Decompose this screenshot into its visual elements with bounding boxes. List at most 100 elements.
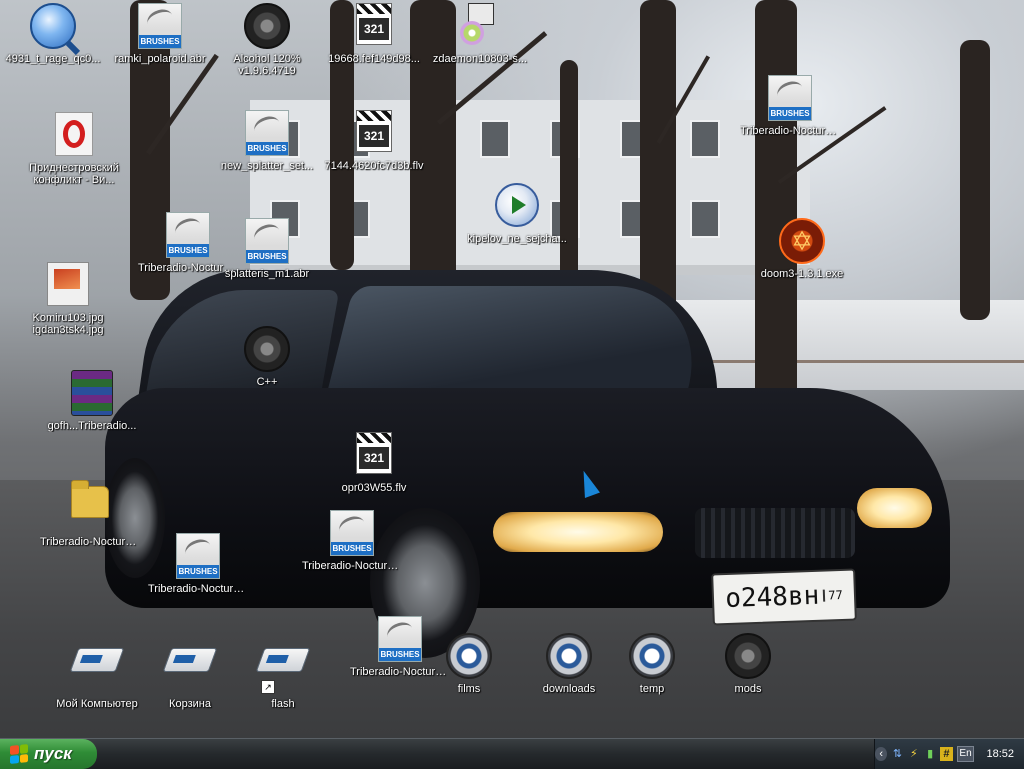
system-tray: ‹ ⇅ ⚡ ▮ # En 18:52 xyxy=(874,739,1024,769)
plate-number: о248вн xyxy=(724,580,820,615)
desktop-icon-films[interactable]: films xyxy=(419,633,519,695)
icon-label: Komiru103.jpg igdan3tsk4.jpg xyxy=(32,312,104,336)
media-player-icon xyxy=(493,183,541,231)
icon-label: Мой Компьютер xyxy=(56,698,138,710)
tree-trunk xyxy=(560,60,578,280)
opera-icon xyxy=(50,112,98,160)
icon-label: Triberadio-Nocturn... xyxy=(740,125,840,137)
start-label: пуск xyxy=(34,744,72,763)
license-plate: о248вн 77 xyxy=(711,568,857,626)
network-icon[interactable]: ⇅ xyxy=(891,747,903,761)
my-computer-icon xyxy=(69,648,125,696)
icon-label: 7144.4620fc7d3b.flv xyxy=(324,160,424,172)
car-grille xyxy=(695,508,855,558)
icon-label: kipelov_ne_sejcha... xyxy=(467,233,567,245)
icon-label: Triberadio-Nocturn... xyxy=(302,560,402,572)
building-window xyxy=(690,200,720,238)
icon-label: films xyxy=(457,683,481,695)
desktop-icon-ramki-polaroid[interactable]: BRUSHES ramki_polaroid.abr xyxy=(110,3,210,65)
recycle-bin-icon xyxy=(162,648,218,696)
icon-label: Приднестровский конфликт - Ви... xyxy=(29,162,119,186)
winrar-icon xyxy=(68,370,116,418)
collapse-arrow-icon[interactable]: ‹ xyxy=(874,747,888,761)
desktop-icon-images[interactable]: Komiru103.jpg igdan3tsk4.jpg xyxy=(18,262,118,336)
image-icon xyxy=(44,262,92,310)
shortcut-arrow-icon: ↗ xyxy=(261,680,275,694)
desktop-icon-zdaemon[interactable]: zdaemon10803-s... xyxy=(430,3,530,65)
lightning-icon[interactable]: ⚡ xyxy=(908,747,920,761)
language-indicator[interactable]: En xyxy=(956,746,975,762)
hash-icon[interactable]: # xyxy=(940,747,953,761)
icon-label: 4931_t_rage_qc0... xyxy=(5,53,101,65)
plate-region: 77 xyxy=(823,588,843,602)
icon-label: splatteris_m1.abr xyxy=(224,268,310,280)
desktop-icon-mods[interactable]: mods xyxy=(698,633,798,695)
icon-label: zdaemon10803-s... xyxy=(432,53,528,65)
desktop-icon-opr03[interactable]: 321 opr03W55.flv xyxy=(324,432,424,494)
desktop-icon-rage-video[interactable]: 4931_t_rage_qc0... xyxy=(3,3,103,65)
icon-label: Triberadio-Nocturn... xyxy=(40,536,140,548)
alcohol-disc-icon xyxy=(243,3,291,51)
brushes-icon: BRUSHES xyxy=(328,510,376,558)
clock[interactable]: 18:52 xyxy=(986,748,1014,760)
desktop-icon-triberadio-4[interactable]: BRUSHES Triberadio-Nocturn... xyxy=(148,533,248,595)
video-clapper-icon: 321 xyxy=(350,3,398,51)
desktop-icon-recycle-bin[interactable]: Корзина xyxy=(140,636,240,710)
car-headlight xyxy=(857,488,932,528)
desktop-icon-kipelov[interactable]: kipelov_ne_sejcha... xyxy=(467,183,567,245)
brushes-icon: BRUSHES xyxy=(174,533,222,581)
desktop-icon-doom3[interactable]: ✡ doom3-1.3.1.exe xyxy=(752,218,852,280)
video-clapper-icon: 321 xyxy=(350,432,398,480)
icon-label: opr03W55.flv xyxy=(341,482,407,494)
desktop-icon-new-splatter[interactable]: BRUSHES new_splatter_set... xyxy=(217,110,317,172)
disc-icon xyxy=(445,633,493,681)
desktop-icon-temp[interactable]: temp xyxy=(602,633,702,695)
icon-label: Alcohol 120% v1.9.6.4719 xyxy=(233,53,301,77)
brushes-icon: BRUSHES xyxy=(766,75,814,123)
desktop-icon-my-computer[interactable]: Мой Компьютер xyxy=(47,636,147,710)
desktop-icon-splatteris[interactable]: BRUSHES splatteris_m1.abr xyxy=(217,218,317,280)
icon-label: Корзина xyxy=(169,698,211,710)
desktop-icon-alcohol[interactable]: Alcohol 120% v1.9.6.4719 xyxy=(217,3,317,77)
building-window xyxy=(690,120,720,158)
desktop-icon-flash[interactable]: ↗ flash xyxy=(233,636,333,710)
icon-label: new_splatter_set... xyxy=(220,160,314,172)
desktop-icon-opera-page[interactable]: Приднестровский конфликт - Ви... xyxy=(24,112,124,186)
icon-label: ramki_polaroid.abr xyxy=(114,53,206,65)
desktop-icon-triberadio-3[interactable]: BRUSHES Triberadio-Nocturn... xyxy=(302,510,402,572)
battery-icon[interactable]: ▮ xyxy=(924,747,936,761)
windows-logo-icon xyxy=(10,744,28,764)
quicktime-icon xyxy=(29,3,77,51)
start-button[interactable]: пуск xyxy=(0,739,97,769)
video-clapper-icon: 321 xyxy=(350,110,398,158)
brushes-icon: BRUSHES xyxy=(164,212,212,260)
setup-icon xyxy=(456,3,504,51)
disc-icon xyxy=(545,633,593,681)
brushes-icon: BRUSHES xyxy=(136,3,184,51)
tree-trunk xyxy=(960,40,990,320)
desktop[interactable]: о248вн 77 4931_t_rage_qc0... BRUSHES ram… xyxy=(0,0,1024,738)
car-windshield xyxy=(326,286,714,396)
desktop-icon-archive[interactable]: gofh...Triberadio... xyxy=(42,370,142,432)
pentagram-icon: ✡ xyxy=(778,218,826,266)
brushes-icon: BRUSHES xyxy=(243,110,291,158)
brushes-icon: BRUSHES xyxy=(243,218,291,266)
disc-dark-icon xyxy=(243,326,291,374)
icon-label: flash xyxy=(271,698,295,710)
desktop-icon-folder[interactable]: Triberadio-Nocturn... xyxy=(40,478,140,548)
icon-label: gofh...Triberadio... xyxy=(47,420,137,432)
brushes-icon: BRUSHES xyxy=(376,616,424,664)
desktop-icon-cpp[interactable]: C++ xyxy=(217,326,317,388)
icon-label: Triberadio-Nocturn... xyxy=(148,583,248,595)
disc-dark-icon xyxy=(724,633,772,681)
desktop-icon-video-19668[interactable]: 321 19668.fef149d98... xyxy=(324,3,424,65)
folder-icon xyxy=(66,480,114,534)
icon-label: C++ xyxy=(256,376,278,388)
icon-label: doom3-1.3.1.exe xyxy=(760,268,844,280)
taskbar: пуск ‹ ⇅ ⚡ ▮ # En 18:52 xyxy=(0,738,1024,769)
disc-icon xyxy=(628,633,676,681)
drive-shortcut-icon: ↗ xyxy=(255,648,311,696)
icon-label: 19668.fef149d98... xyxy=(328,53,420,65)
desktop-icon-video-7144[interactable]: 321 7144.4620fc7d3b.flv xyxy=(324,110,424,172)
desktop-icon-triberadio-1[interactable]: BRUSHES Triberadio-Nocturn... xyxy=(740,75,840,137)
